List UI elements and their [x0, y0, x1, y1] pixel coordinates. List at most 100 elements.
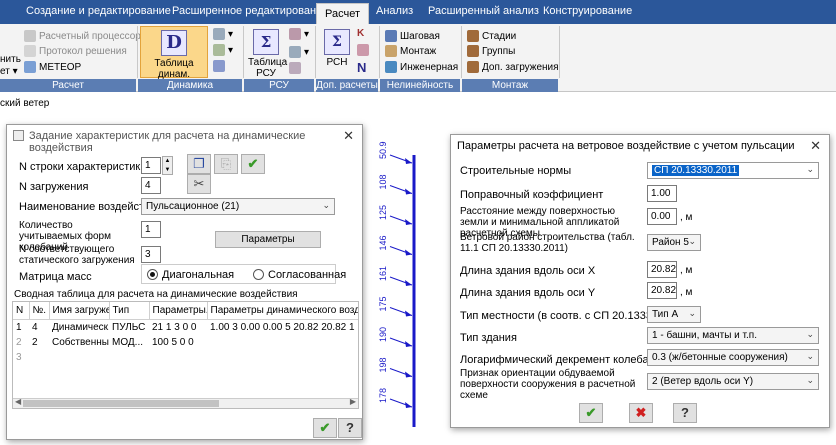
rsu-table-button[interactable]: Σ Таблица РСУ	[248, 29, 287, 79]
table-row[interactable]: 2 2 Собственные... МОД... 100 5 0 0	[13, 335, 358, 350]
table-cell	[109, 350, 149, 365]
arrowhead-icon	[405, 249, 412, 256]
ribbon-separator	[379, 26, 380, 78]
tab-analysis[interactable]: Анализ	[376, 5, 413, 17]
terrain-type-select[interactable]: Тип А ⌄	[647, 306, 701, 323]
partial-button-label[interactable]: нить	[0, 54, 21, 65]
radio-selected-icon	[147, 269, 158, 280]
extra-loads-button[interactable]: Доп. загружения	[467, 61, 559, 73]
step-method-button[interactable]: Шаговая	[385, 30, 440, 42]
rsu-option-1[interactable]: ▾	[289, 28, 309, 40]
scrollbar-thumb[interactable]	[23, 400, 219, 407]
dynamics-option-2[interactable]: ▾	[213, 44, 233, 56]
log-decrement-label: Логарифмический декремент колебаний	[460, 354, 667, 366]
montage-method-button[interactable]: Монтаж	[385, 45, 436, 57]
row-number-spinner[interactable]: ▲ ▼	[162, 156, 173, 175]
table-row[interactable]: 3	[13, 350, 358, 365]
scroll-left-icon[interactable]: ◀	[15, 397, 21, 406]
column-header[interactable]: Тип	[109, 302, 150, 320]
mass-diagonal-radio[interactable]: Диагональная	[147, 269, 234, 281]
arrowhead-icon	[405, 371, 412, 378]
table-cell	[49, 350, 109, 365]
rsn-button[interactable]: Σ РСН	[320, 29, 354, 68]
scroll-right-icon[interactable]: ▶	[350, 397, 356, 406]
mass-consistent-radio[interactable]: Согласованная	[253, 269, 346, 281]
rsu-option-2[interactable]: ▾	[289, 46, 309, 58]
rsu-option-icon	[289, 46, 301, 58]
tab-design[interactable]: Конструирование	[543, 5, 632, 17]
column-header[interactable]: N	[13, 302, 30, 320]
cut-row-button[interactable]: ✂	[187, 174, 211, 194]
engineering-method-button[interactable]: Инженерная	[385, 61, 458, 73]
rsu-option-icon	[289, 62, 301, 74]
column-header[interactable]: №.	[29, 302, 50, 320]
tab-extended-edit[interactable]: Расширенное редактирование	[172, 5, 328, 17]
column-header[interactable]: Имя загруже...	[49, 302, 110, 320]
dynamics-option-icon	[213, 60, 225, 72]
table-row[interactable]: 1 4 Динамическ... ПУЛЬС 21 1 3 0 0 1.00 …	[13, 319, 358, 335]
horizontal-scrollbar[interactable]: ◀ ▶	[13, 397, 358, 408]
calc-processor-button[interactable]: Расчетный процессор	[24, 30, 141, 42]
building-type-select[interactable]: 1 - башни, мачты и т.п. ⌄	[647, 327, 819, 344]
orientation-select[interactable]: 2 (Ветер вдоль оси Y) ⌄	[647, 373, 819, 390]
groups-button[interactable]: Группы	[467, 45, 515, 57]
copy-row-button[interactable]: ❐	[187, 154, 211, 174]
parameters-button[interactable]: Параметры	[215, 231, 321, 248]
row-number-input[interactable]: 1	[141, 157, 161, 174]
check-icon: ✔	[585, 405, 597, 420]
partial-button-dropdown[interactable]: ет ▾	[0, 66, 18, 77]
rsu-option-3[interactable]	[289, 62, 301, 74]
length-x-input[interactable]: 20.82	[647, 261, 677, 278]
solution-log-button[interactable]: Протокол решения	[24, 45, 127, 57]
ribbon-tab-bar: Создание и редактирование Расширенное ре…	[0, 0, 836, 24]
dynamic-loads-table-button[interactable]: D Таблица динам. загружений	[140, 26, 208, 91]
meteor-label: МЕТЕОР	[39, 61, 82, 73]
wind-region-select[interactable]: Район 5 ⌄	[647, 234, 701, 251]
extra-calc-k-button[interactable]: K	[357, 28, 364, 39]
forms-count-input[interactable]: 1	[141, 221, 161, 238]
ok-button[interactable]: ✔	[579, 403, 603, 423]
arrowhead-icon	[405, 341, 412, 347]
log-decrement-select[interactable]: 0.3 (ж/бетонные сооружения) ⌄	[647, 349, 819, 366]
wind-load-value: 161	[378, 266, 388, 281]
close-icon[interactable]: ✕	[343, 128, 354, 144]
tab-calculation[interactable]: Расчет	[316, 3, 369, 24]
correction-coef-input[interactable]: 1.00	[647, 185, 677, 202]
dynamics-option-1[interactable]: ▾	[213, 28, 233, 40]
building-norms-value: СП 20.13330.2011	[652, 165, 740, 176]
chevron-down-icon: ⌄	[688, 236, 696, 246]
load-number-input[interactable]: 4	[141, 177, 161, 194]
meteor-button[interactable]: МЕТЕОР	[24, 61, 81, 73]
ribbon-panel: нить ет ▾ Расчетный процессор Протокол р…	[0, 24, 836, 92]
arrowhead-icon	[405, 310, 412, 317]
length-y-label: Длина здания вдоль оси Y	[460, 287, 596, 299]
building-norms-select[interactable]: СП 20.13330.2011 ⌄	[647, 162, 819, 179]
ok-button[interactable]: ✔	[313, 418, 337, 438]
apply-row-button[interactable]: ✔	[241, 154, 265, 174]
extra-calc-n-button[interactable]: N	[357, 60, 366, 75]
extra-calc-option[interactable]	[357, 44, 369, 56]
stages-button[interactable]: Стадии	[467, 30, 516, 42]
tab-extended-analysis[interactable]: Расширенный анализ	[428, 5, 539, 17]
ground-distance-input[interactable]: 0.00	[647, 208, 677, 225]
tab-create-edit[interactable]: Создание и редактирование	[26, 5, 171, 17]
check-icon: ✔	[319, 420, 331, 435]
length-y-input[interactable]: 20.82	[647, 282, 677, 299]
dynamics-option-3[interactable]	[213, 60, 225, 72]
dynamics-option-icon	[213, 44, 225, 56]
paste-row-button[interactable]: ⎘	[214, 154, 238, 174]
dialog-app-icon	[13, 130, 24, 141]
summary-table-container: N №. Имя загруже... Тип Параметры... Пар…	[12, 301, 359, 409]
impact-name-select[interactable]: Пульсационное (21) ⌄	[141, 198, 335, 215]
sigma-icon: Σ	[253, 29, 279, 55]
column-header[interactable]: Параметры...	[149, 302, 208, 320]
help-button[interactable]: ?	[338, 418, 362, 438]
static-load-input[interactable]: 3	[141, 246, 161, 263]
ribbon-separator	[559, 26, 560, 78]
help-button[interactable]: ?	[673, 403, 697, 423]
ribbon-separator	[315, 26, 316, 78]
column-header[interactable]: Параметры динамического возд	[207, 302, 358, 320]
wind-load-value: 175	[378, 296, 388, 311]
cancel-button[interactable]: ✖	[629, 403, 653, 423]
close-icon[interactable]: ✕	[810, 138, 821, 154]
